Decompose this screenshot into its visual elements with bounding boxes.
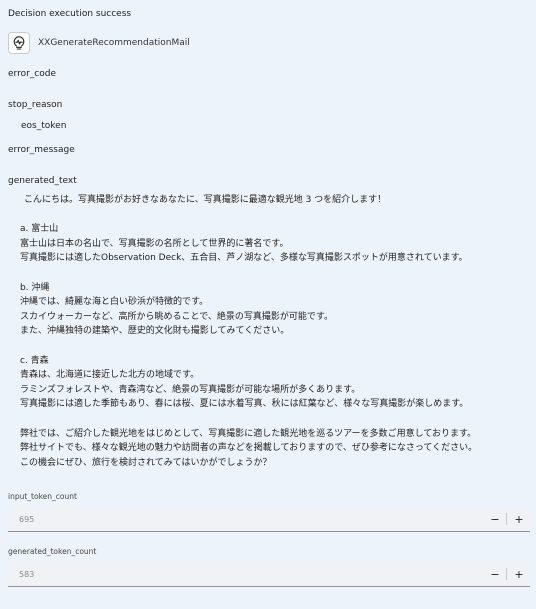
text-line: こんにちは。写真撮影がお好きなあなたに、写真撮影に最適な観光地 3 つを紹介しま… [24,195,387,205]
decrement-button[interactable]: − [484,562,506,586]
input-token-count-value[interactable]: 695 [19,515,34,524]
stop-reason-value: eos_token [21,121,67,131]
text-line: b. 沖縄 [20,282,50,293]
text-line: この機会にぜひ、旅行を検討されてみてはいかがでしょうか？ [20,457,272,468]
generated-text-label: generated_text [8,176,77,186]
generated-token-count-stepper[interactable]: 583 − + [8,562,530,587]
input-token-count-stepper[interactable]: 695 − + [8,507,530,532]
text-line: c. 青森 [20,355,49,366]
text-line: ラミンズフォレストや、青森湾など、絶景の写真撮影が可能な場所が多くあります。 [20,384,361,395]
text-line: 弊社サイトでも、様々な観光地の魅力や訪問者の声などを掲載しておりますので、ぜひ参… [20,443,478,454]
text-line-blank [20,412,526,427]
divider [506,513,507,525]
text-line: 弊社では、ご紹介した観光地をはじめとして、写真撮影に適した観光地を巡るツアーを多… [20,428,477,439]
node-name: XXGenerateRecommendationMail [38,38,190,48]
text-line: 富士山は日本の名山で、写真撮影の名所として世界的に著名です。 [20,238,289,249]
generated-token-count-label: generated_token_count [8,547,97,556]
generated-text-content: こんにちは。写真撮影がお好きなあなたに、写真撮影に最適な観光地 3 つを紹介しま… [20,193,526,470]
generated-token-count-value[interactable]: 583 [19,570,34,579]
text-line-blank [20,208,526,223]
error-message-label: error_message [8,145,75,155]
text-line: 写真撮影には適したObservation Deck、五合目、芦ノ湖など、多様な写… [20,253,468,264]
text-line: スカイウォーカーなど、高所から眺めることで、絶景の写真撮影が可能です。 [20,311,334,322]
text-line: 沖縄では、綺麗な海と白い砂浜が特徴的です。 [20,297,209,308]
text-line: a. 富士山 [20,224,59,235]
stop-reason-label: stop_reason [8,100,63,110]
error-code-label: error_code [8,69,56,79]
text-line: 青森は、北海道に接近した北方の地域です。 [20,370,200,381]
text-line: また、沖縄独特の建築や、歴史的文化財も撮影してみてください。 [20,326,290,337]
decrement-button[interactable]: − [484,507,506,531]
text-line: 写真撮影には適した季節もあり、春には桜、夏には水着写真、秋には紅葉など、様々な写… [20,399,469,410]
text-line-blank [20,266,526,281]
increment-button[interactable]: + [508,562,530,586]
decision-result-panel: Decision execution success XXGenerateRec… [0,0,536,609]
input-token-count-label: input_token_count [8,492,77,501]
divider [506,568,507,580]
text-line-blank [20,339,526,354]
execution-status: Decision execution success [8,9,132,19]
lightbulb-icon [8,32,30,54]
increment-button[interactable]: + [508,507,530,531]
decision-node: XXGenerateRecommendationMail [8,31,190,55]
